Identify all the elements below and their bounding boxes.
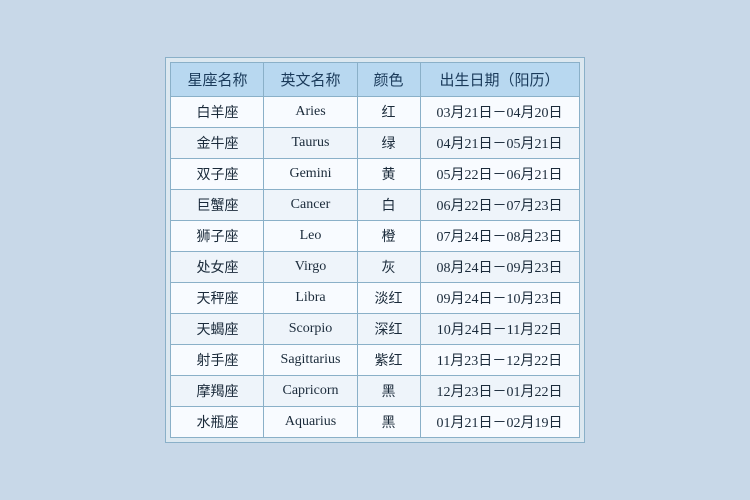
zodiac-english-name: Virgo: [264, 252, 357, 283]
table-row: 天秤座Libra淡红09月24日－10月23日: [171, 283, 579, 314]
zodiac-dates: 04月21日－05月21日: [420, 128, 579, 159]
zodiac-dates: 06月22日－07月23日: [420, 190, 579, 221]
zodiac-dates: 08月24日－09月23日: [420, 252, 579, 283]
zodiac-dates: 05月22日－06月21日: [420, 159, 579, 190]
zodiac-color: 绿: [357, 128, 420, 159]
zodiac-chinese-name: 白羊座: [171, 97, 264, 128]
header-color: 颜色: [357, 63, 420, 97]
header-english-name: 英文名称: [264, 63, 357, 97]
zodiac-color: 灰: [357, 252, 420, 283]
zodiac-chinese-name: 金牛座: [171, 128, 264, 159]
zodiac-chinese-name: 水瓶座: [171, 407, 264, 438]
header-chinese-name: 星座名称: [171, 63, 264, 97]
header-dates: 出生日期（阳历）: [420, 63, 579, 97]
table-header-row: 星座名称 英文名称 颜色 出生日期（阳历）: [171, 63, 579, 97]
zodiac-table: 星座名称 英文名称 颜色 出生日期（阳历） 白羊座Aries红03月21日－04…: [170, 62, 579, 438]
table-row: 狮子座Leo橙07月24日－08月23日: [171, 221, 579, 252]
table-row: 金牛座Taurus绿04月21日－05月21日: [171, 128, 579, 159]
zodiac-dates: 10月24日－11月22日: [420, 314, 579, 345]
zodiac-english-name: Taurus: [264, 128, 357, 159]
table-row: 白羊座Aries红03月21日－04月20日: [171, 97, 579, 128]
zodiac-color: 黄: [357, 159, 420, 190]
zodiac-color: 黑: [357, 376, 420, 407]
zodiac-color: 深红: [357, 314, 420, 345]
zodiac-chinese-name: 双子座: [171, 159, 264, 190]
table-row: 水瓶座Aquarius黑01月21日－02月19日: [171, 407, 579, 438]
zodiac-color: 白: [357, 190, 420, 221]
table-row: 摩羯座Capricorn黑12月23日－01月22日: [171, 376, 579, 407]
zodiac-english-name: Libra: [264, 283, 357, 314]
zodiac-english-name: Scorpio: [264, 314, 357, 345]
table-row: 处女座Virgo灰08月24日－09月23日: [171, 252, 579, 283]
zodiac-dates: 11月23日－12月22日: [420, 345, 579, 376]
zodiac-english-name: Aries: [264, 97, 357, 128]
table-row: 天蝎座Scorpio深红10月24日－11月22日: [171, 314, 579, 345]
zodiac-dates: 12月23日－01月22日: [420, 376, 579, 407]
zodiac-chinese-name: 狮子座: [171, 221, 264, 252]
zodiac-english-name: Aquarius: [264, 407, 357, 438]
zodiac-color: 黑: [357, 407, 420, 438]
zodiac-color: 红: [357, 97, 420, 128]
zodiac-color: 橙: [357, 221, 420, 252]
zodiac-dates: 01月21日－02月19日: [420, 407, 579, 438]
table-row: 双子座Gemini黄05月22日－06月21日: [171, 159, 579, 190]
zodiac-chinese-name: 处女座: [171, 252, 264, 283]
zodiac-color: 淡红: [357, 283, 420, 314]
zodiac-table-container: 星座名称 英文名称 颜色 出生日期（阳历） 白羊座Aries红03月21日－04…: [165, 57, 584, 443]
zodiac-english-name: Gemini: [264, 159, 357, 190]
zodiac-chinese-name: 巨蟹座: [171, 190, 264, 221]
zodiac-english-name: Cancer: [264, 190, 357, 221]
zodiac-english-name: Capricorn: [264, 376, 357, 407]
zodiac-english-name: Leo: [264, 221, 357, 252]
zodiac-chinese-name: 摩羯座: [171, 376, 264, 407]
zodiac-dates: 07月24日－08月23日: [420, 221, 579, 252]
zodiac-dates: 03月21日－04月20日: [420, 97, 579, 128]
table-row: 射手座Sagittarius紫红11月23日－12月22日: [171, 345, 579, 376]
zodiac-chinese-name: 射手座: [171, 345, 264, 376]
zodiac-english-name: Sagittarius: [264, 345, 357, 376]
zodiac-chinese-name: 天秤座: [171, 283, 264, 314]
zodiac-dates: 09月24日－10月23日: [420, 283, 579, 314]
zodiac-chinese-name: 天蝎座: [171, 314, 264, 345]
table-row: 巨蟹座Cancer白06月22日－07月23日: [171, 190, 579, 221]
zodiac-color: 紫红: [357, 345, 420, 376]
